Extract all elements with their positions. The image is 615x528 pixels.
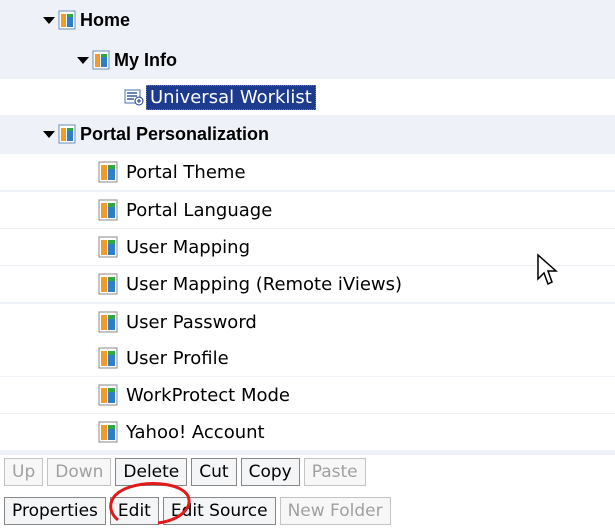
expand-arrow-icon[interactable] [74, 42, 92, 78]
tree-node-portal-language[interactable]: Portal Language [98, 192, 272, 228]
tree-label: User Password [126, 311, 257, 333]
tree-node-portal-theme[interactable]: Portal Theme [98, 154, 246, 190]
tree-label-portal-personalization: Portal Personalization [80, 123, 270, 144]
tree-node-portal-personalization[interactable]: Portal Personalization [40, 116, 269, 152]
iview-icon [98, 161, 118, 183]
tree-label: User Profile [126, 347, 229, 369]
tree-row-portal-theme: Portal Theme [0, 154, 615, 190]
tree-row-my-info: My Info [0, 42, 615, 78]
iview-icon [98, 236, 118, 258]
toolbar-row-2: Properties Edit Edit Source New Folder [0, 494, 391, 528]
tree-label: Portal Language [126, 199, 273, 221]
iview-icon [98, 421, 118, 443]
highlight-circle [109, 482, 191, 525]
tree-label: WorkProtect Mode [126, 384, 290, 406]
worklist-icon [124, 88, 144, 106]
tree-label-home: Home [80, 9, 131, 30]
tree-node-user-password[interactable]: User Password [98, 304, 257, 340]
tree-row-home: Home [0, 2, 615, 38]
iview-icon [98, 273, 118, 295]
tree-row-portal-language: Portal Language [0, 192, 615, 228]
expand-arrow-icon[interactable] [40, 116, 58, 152]
tree-node-user-mapping-remote[interactable]: User Mapping (Remote iViews) [98, 266, 402, 302]
folder-icon [58, 10, 76, 30]
tree-row-yahoo-account: Yahoo! Account [0, 414, 615, 450]
copy-button[interactable]: Copy [240, 458, 300, 486]
tree-row-universal-worklist: Universal Worklist [0, 79, 615, 115]
tree-label-universal-worklist: Universal Worklist [146, 84, 316, 110]
tree-node-home[interactable]: Home [40, 2, 130, 38]
tree-node-workprotect-mode[interactable]: WorkProtect Mode [98, 377, 290, 413]
tree-label: Yahoo! Account [126, 421, 265, 443]
tree-label: Portal Theme [126, 161, 246, 183]
expand-arrow-icon[interactable] [40, 2, 58, 38]
tree-label: User Mapping [126, 236, 250, 258]
iview-icon [98, 347, 118, 369]
new-folder-button[interactable]: New Folder [279, 497, 391, 525]
tree-node-yahoo-account[interactable]: Yahoo! Account [98, 414, 265, 450]
tree-row-user-password: User Password [0, 304, 615, 340]
iview-icon [98, 199, 118, 221]
tree-row-user-profile: User Profile [0, 340, 615, 376]
portal-tree: Home My Info Universal Worklist Portal P… [0, 0, 615, 455]
folder-icon [92, 50, 110, 70]
tree-node-user-profile[interactable]: User Profile [98, 340, 229, 376]
tree-row-portal-personalization: Portal Personalization [0, 116, 615, 152]
paste-button[interactable]: Paste [303, 458, 366, 486]
tree-row-workprotect-mode: WorkProtect Mode [0, 377, 615, 413]
mouse-cursor-icon [537, 253, 558, 286]
tree-row-user-mapping: User Mapping [0, 229, 615, 265]
up-button[interactable]: Up [4, 458, 44, 486]
cut-button[interactable]: Cut [191, 458, 237, 486]
tree-row-user-mapping-remote: User Mapping (Remote iViews) [0, 266, 615, 302]
iview-icon [98, 384, 118, 406]
iview-icon [98, 311, 118, 333]
properties-button[interactable]: Properties [4, 497, 106, 525]
tree-label: User Mapping (Remote iViews) [126, 273, 403, 295]
tree-node-my-info[interactable]: My Info [74, 42, 177, 78]
tree-node-universal-worklist[interactable]: Universal Worklist [124, 79, 316, 115]
tree-label-my-info: My Info [114, 49, 177, 70]
tree-node-user-mapping[interactable]: User Mapping [98, 229, 250, 265]
folder-icon [58, 124, 76, 144]
